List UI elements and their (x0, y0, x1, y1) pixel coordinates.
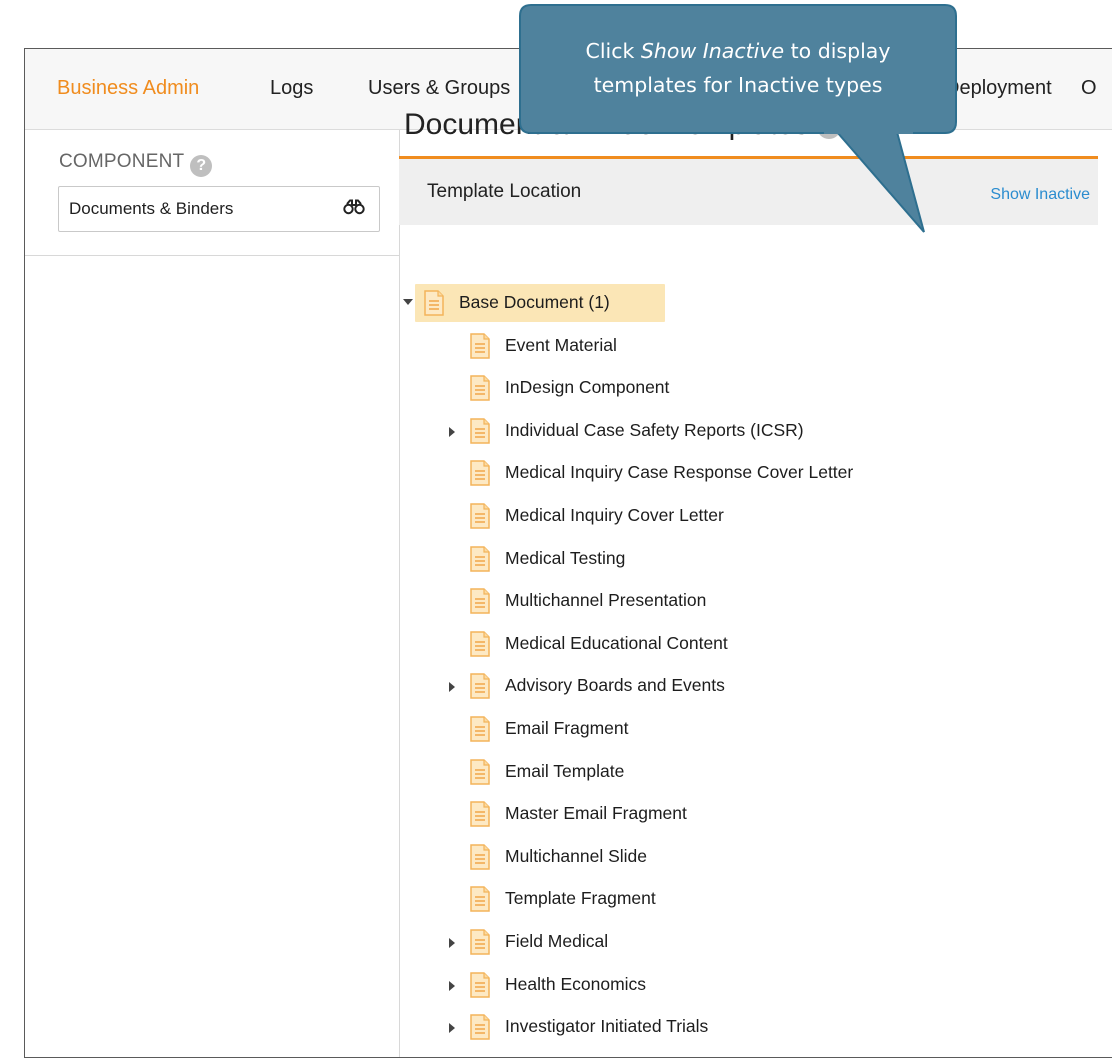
tree-item-label: Medical Inquiry Case Response Cover Lett… (505, 462, 854, 483)
callout-text: Click Show Inactive to display templates… (519, 34, 957, 102)
tree-item-label: Email Template (505, 760, 625, 781)
nav-more[interactable]: O (1081, 77, 1097, 100)
tree-item[interactable]: Multichannel Presentation (449, 582, 1089, 624)
callout-emphasis: Show Inactive (640, 39, 785, 63)
tree-item[interactable]: Medical Inquiry Cover Letter (449, 497, 1089, 539)
tree-item-label: Field Medical (505, 931, 609, 951)
document-icon (469, 375, 491, 406)
tree-item[interactable]: Base Document (1) (403, 284, 1043, 326)
help-icon[interactable]: ? (190, 155, 213, 177)
tree-item-label: InDesign Component (505, 377, 670, 398)
tree-item[interactable]: Email Fragment (449, 710, 1089, 752)
document-icon (469, 418, 491, 449)
document-icon (469, 971, 491, 1003)
document-icon (469, 886, 491, 917)
tree-item[interactable]: Field Medical (449, 923, 1089, 965)
show-inactive-link[interactable]: Show Inactive (990, 186, 1090, 204)
tree-item[interactable]: Email Template (449, 753, 1089, 795)
document-icon (469, 460, 491, 491)
nav-deployment[interactable]: Deployment (945, 77, 1052, 100)
document-icon (469, 673, 491, 704)
template-location-label: Template Location (427, 181, 582, 202)
tree-item[interactable]: Advisory Boards and Events (449, 667, 1089, 709)
component-sidebar: COMPONENT? Documents & Binders (25, 130, 400, 1057)
document-icon (469, 801, 491, 832)
nav-logs[interactable]: Logs (270, 77, 313, 100)
document-icon (423, 290, 445, 321)
tree-item-label: Multichannel Presentation (505, 590, 707, 611)
document-icon (469, 716, 491, 747)
tree-item-label: Master Email Fragment (505, 803, 687, 824)
tree-item[interactable]: Master Email Fragment (449, 795, 1089, 837)
caret-right-icon[interactable] (449, 1023, 455, 1034)
sidebar-divider (25, 255, 399, 256)
tree-item[interactable]: Investigator Initiated Trials (449, 1008, 1089, 1050)
document-icon (469, 1014, 491, 1045)
tree-item[interactable]: Individual Case Safety Reports (ICSR) (449, 412, 1089, 454)
document-icon (469, 332, 491, 364)
callout-prefix: Click (585, 39, 641, 63)
caret-right-icon[interactable] (449, 426, 455, 437)
caret-down-icon[interactable] (403, 299, 413, 305)
component-label: COMPONENT? (59, 151, 213, 177)
tree-item-label: Medical Educational Content (505, 632, 728, 653)
document-icon (469, 631, 491, 662)
caret-right-icon[interactable] (449, 682, 455, 693)
tree-item[interactable]: Health Economics (449, 966, 1089, 1008)
document-icon (469, 503, 491, 534)
document-icon (469, 844, 491, 875)
document-icon (469, 588, 491, 619)
component-selector[interactable]: Documents & Binders (58, 186, 380, 232)
tree-item[interactable]: Medical Inquiry Case Response Cover Lett… (449, 454, 1089, 496)
document-icon (469, 929, 491, 960)
tree-item[interactable]: Template Fragment (449, 880, 1089, 922)
component-selector-value: Documents & Binders (69, 199, 234, 218)
tree-item-label: Health Economics (505, 973, 647, 994)
callout-suffix: to display (784, 39, 891, 63)
component-label-text: COMPONENT (59, 151, 185, 172)
tree-item[interactable]: Medical Testing (449, 540, 1089, 582)
tree-item[interactable]: Multichannel Slide (449, 838, 1089, 880)
document-icon (469, 545, 491, 577)
tree-item-label: Template Fragment (505, 888, 656, 909)
tree-item-label: Medical Testing (505, 547, 626, 568)
caret-right-icon[interactable] (449, 980, 455, 991)
tree-item-label: Multichannel Slide (505, 845, 648, 866)
tree-item[interactable]: Event Material (449, 327, 1089, 369)
tree-item[interactable]: InDesign Component (449, 369, 1089, 411)
tree-item-label: Medical Inquiry Cover Letter (505, 505, 724, 525)
document-icon (469, 758, 491, 790)
tree-item[interactable]: Medical Educational Content (449, 625, 1089, 667)
template-location-header: Template Location Show Inactive (399, 159, 1098, 225)
callout-line2: templates for Inactive types (593, 73, 883, 97)
caret-right-icon[interactable] (449, 938, 455, 948)
binoculars-icon[interactable] (343, 199, 365, 220)
tree-item-label: Advisory Boards and Events (505, 675, 725, 696)
nav-business-admin[interactable]: Business Admin (57, 77, 199, 100)
tree-item-label: Email Fragment (505, 718, 629, 738)
tree-item-label: Individual Case Safety Reports (ICSR) (505, 419, 804, 440)
tree-item-label: Event Material (505, 334, 617, 355)
tree-item-label: Base Document (1) (459, 292, 610, 312)
tree-item-label: Investigator Initiated Trials (505, 1016, 709, 1037)
nav-users-groups[interactable]: Users & Groups (368, 77, 510, 100)
